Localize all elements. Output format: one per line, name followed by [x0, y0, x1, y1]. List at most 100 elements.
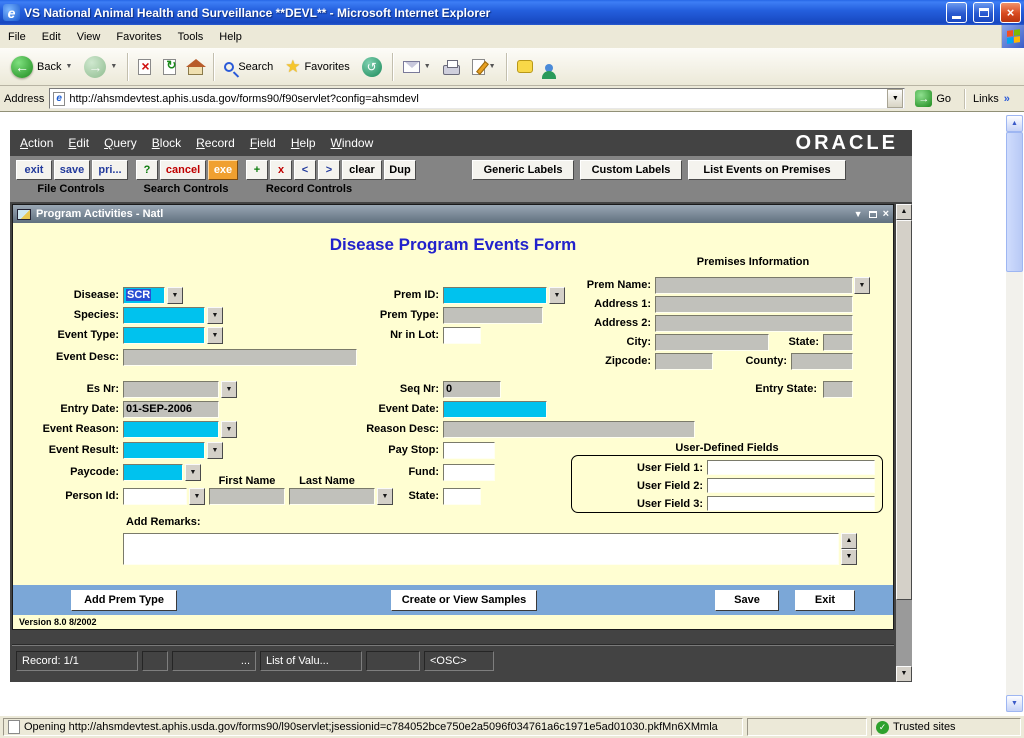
species-dropdown-button[interactable]: ▼ [207, 307, 223, 324]
execute-query-button[interactable]: exe [208, 160, 238, 180]
list-events-on-premises-button[interactable]: List Events on Premises [688, 160, 846, 180]
edit-button[interactable]: ▼ [467, 51, 501, 83]
disease-dropdown-button[interactable]: ▼ [167, 287, 183, 304]
add-prem-type-button[interactable]: Add Prem Type [71, 590, 177, 611]
exit-toolbar-button[interactable]: exit [16, 160, 52, 180]
menu-view[interactable]: View [69, 27, 109, 47]
refresh-button[interactable]: ↻ [158, 51, 181, 83]
event-type-dropdown-button[interactable]: ▼ [207, 327, 223, 344]
favorites-button[interactable]: ★ Favorites [280, 51, 355, 83]
species-field[interactable] [123, 307, 205, 324]
fund-field[interactable] [443, 464, 495, 481]
event-date-field[interactable] [443, 401, 547, 418]
duplicate-record-button[interactable]: Dup [384, 160, 416, 180]
prem-name-label: Prem Name: [551, 279, 651, 291]
previous-record-button[interactable]: < [294, 160, 316, 180]
menu-favorites[interactable]: Favorites [108, 27, 169, 47]
home-button[interactable] [183, 51, 208, 83]
event-type-field[interactable] [123, 327, 205, 344]
restore-button[interactable] [973, 2, 994, 23]
event-result-field[interactable] [123, 442, 205, 459]
browser-scroll-down-button[interactable]: ▼ [1006, 695, 1023, 712]
close-button[interactable]: × [1000, 2, 1021, 23]
disease-field[interactable]: SCR [123, 287, 165, 304]
user-field1-input[interactable] [707, 460, 875, 475]
oracle-menu-help[interactable]: Help [291, 136, 316, 150]
remarks-scroll-up-button[interactable]: ▲ [841, 533, 857, 549]
applet-scroll-down-button[interactable]: ▼ [896, 666, 912, 682]
remarks-scroll-down-button[interactable]: ▼ [841, 549, 857, 565]
oracle-menu-field[interactable]: Field [250, 136, 276, 150]
event-result-dropdown-button[interactable]: ▼ [207, 442, 223, 459]
event-reason-field[interactable] [123, 421, 219, 438]
form-close-icon[interactable]: × [883, 208, 889, 220]
address-input[interactable]: http://ahsmdevtest.aphis.usda.gov/forms9… [49, 88, 905, 109]
nr-in-lot-field[interactable] [443, 327, 481, 344]
user-field2-input[interactable] [707, 478, 875, 493]
oracle-menu-record[interactable]: Record [196, 136, 235, 150]
paycode-dropdown-button[interactable]: ▼ [185, 464, 201, 481]
save-toolbar-button[interactable]: save [54, 160, 90, 180]
prem-id-field[interactable] [443, 287, 547, 304]
menu-file[interactable]: File [0, 27, 34, 47]
go-button[interactable]: → Go [910, 87, 956, 111]
address-dropdown-button[interactable]: ▼ [887, 89, 903, 108]
forward-button[interactable]: → ▼ [79, 51, 122, 83]
go-icon: → [915, 90, 932, 107]
clear-record-button[interactable]: clear [342, 160, 382, 180]
event-reason-dropdown-button[interactable]: ▼ [221, 421, 237, 438]
oracle-menu-action[interactable]: Action [20, 136, 53, 150]
address-url[interactable]: http://ahsmdevtest.aphis.usda.gov/forms9… [69, 93, 883, 105]
form-window-icon [17, 209, 31, 220]
add-remarks-textarea[interactable] [123, 533, 839, 565]
oracle-menu-query[interactable]: Query [104, 136, 137, 150]
browser-scroll-up-button[interactable]: ▲ [1006, 115, 1023, 132]
search-button[interactable]: Search [219, 51, 278, 83]
oracle-menu-block[interactable]: Block [152, 136, 181, 150]
es-nr-field [123, 381, 219, 398]
record-indicator: Record: 1/1 [16, 651, 138, 671]
oracle-menu-window[interactable]: Window [331, 136, 374, 150]
query-help-button[interactable]: ? [136, 160, 158, 180]
user-field3-input[interactable] [707, 496, 875, 511]
person-id-field[interactable] [123, 488, 187, 505]
menu-tools[interactable]: Tools [170, 27, 212, 47]
minimize-button[interactable] [946, 2, 967, 23]
browser-scrollbar[interactable]: ▲ ▼ [1006, 115, 1023, 712]
history-button[interactable]: ↺ [357, 51, 387, 83]
applet-scrollbar[interactable]: ▲ ▼ [896, 204, 912, 682]
menu-help[interactable]: Help [211, 27, 250, 47]
stop-button[interactable]: × [133, 51, 156, 83]
insert-record-button[interactable]: + [246, 160, 268, 180]
prem-name-dropdown-button[interactable]: ▼ [854, 277, 870, 294]
next-record-button[interactable]: > [318, 160, 340, 180]
generic-labels-button[interactable]: Generic Labels [472, 160, 574, 180]
pay-stop-field[interactable] [443, 442, 495, 459]
links-label[interactable]: Links [973, 93, 999, 105]
mail-button[interactable]: ▼ [398, 51, 436, 83]
discuss-button[interactable] [512, 51, 538, 83]
paycode-field[interactable] [123, 464, 183, 481]
exit-button[interactable]: Exit [795, 590, 855, 611]
form-minimize-icon[interactable]: ▼ [854, 209, 863, 219]
print-button[interactable] [438, 51, 465, 83]
applet-scroll-up-button[interactable]: ▲ [896, 204, 912, 220]
menu-edit[interactable]: Edit [34, 27, 69, 47]
person-state-field[interactable] [443, 488, 481, 505]
delete-record-button[interactable]: x [270, 160, 292, 180]
custom-labels-button[interactable]: Custom Labels [580, 160, 682, 180]
browser-scrollbar-thumb[interactable] [1006, 132, 1023, 272]
person-id-dropdown-button[interactable]: ▼ [189, 488, 205, 505]
es-nr-dropdown-button[interactable]: ▼ [221, 381, 237, 398]
form-window-titlebar[interactable]: Program Activities - Natl ▼ × [13, 205, 893, 223]
links-chevron-icon[interactable]: » [1004, 93, 1010, 105]
form-restore-icon[interactable] [869, 211, 877, 218]
save-button[interactable]: Save [715, 590, 779, 611]
messenger-button[interactable] [540, 51, 558, 83]
oracle-menu-edit[interactable]: Edit [68, 136, 89, 150]
print-toolbar-button[interactable]: pri... [92, 160, 128, 180]
applet-scrollbar-thumb[interactable] [896, 220, 912, 600]
cancel-query-button[interactable]: cancel [160, 160, 206, 180]
create-or-view-samples-button[interactable]: Create or View Samples [391, 590, 537, 611]
back-button[interactable]: ← Back ▼ [6, 51, 77, 83]
